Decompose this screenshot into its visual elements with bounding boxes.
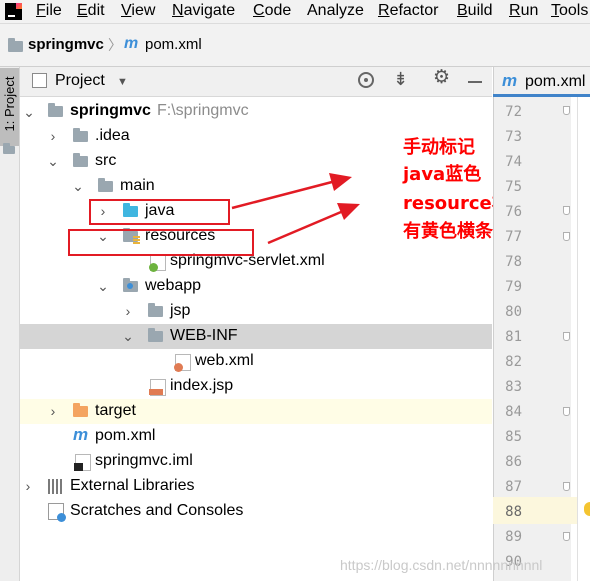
fold-marker-icon[interactable]: [563, 232, 570, 241]
line-number: 75: [505, 179, 522, 195]
editor-tab-pom[interactable]: pom.xml: [525, 72, 585, 92]
line-number: 77: [505, 229, 522, 245]
line-number: 80: [505, 304, 522, 320]
lightbulb-icon[interactable]: [584, 502, 590, 516]
fold-marker-icon[interactable]: [563, 106, 570, 115]
line-number: 82: [505, 354, 522, 370]
fold-marker-icon[interactable]: [563, 407, 570, 416]
annotation-text-4: 有黄色横条: [403, 221, 493, 242]
fold-marker-icon[interactable]: [563, 532, 570, 541]
line-number: 78: [505, 254, 522, 270]
line-number: 87: [505, 479, 522, 495]
line-number: 79: [505, 279, 522, 295]
annotation-text-1: 手动标记: [403, 137, 475, 158]
line-number: 74: [505, 154, 522, 170]
line-number: 76: [505, 204, 522, 220]
line-number: 89: [505, 529, 522, 545]
line-number: 72: [505, 104, 522, 120]
fold-marker-icon[interactable]: [563, 332, 570, 341]
maven-m-icon: m: [502, 71, 518, 90]
line-number: 86: [505, 454, 522, 470]
line-number: 85: [505, 429, 522, 445]
annotation-text-2: java蓝色: [403, 164, 482, 185]
line-number: 88: [505, 504, 522, 520]
line-number: 83: [505, 379, 522, 395]
fold-marker-icon[interactable]: [563, 206, 570, 215]
fold-marker-icon[interactable]: [563, 482, 570, 491]
line-number: 84: [505, 404, 522, 420]
watermark: https://blog.csdn.net/nnnnnnnnnl: [340, 557, 543, 573]
line-number: 81: [505, 329, 522, 345]
line-number: 73: [505, 129, 522, 145]
